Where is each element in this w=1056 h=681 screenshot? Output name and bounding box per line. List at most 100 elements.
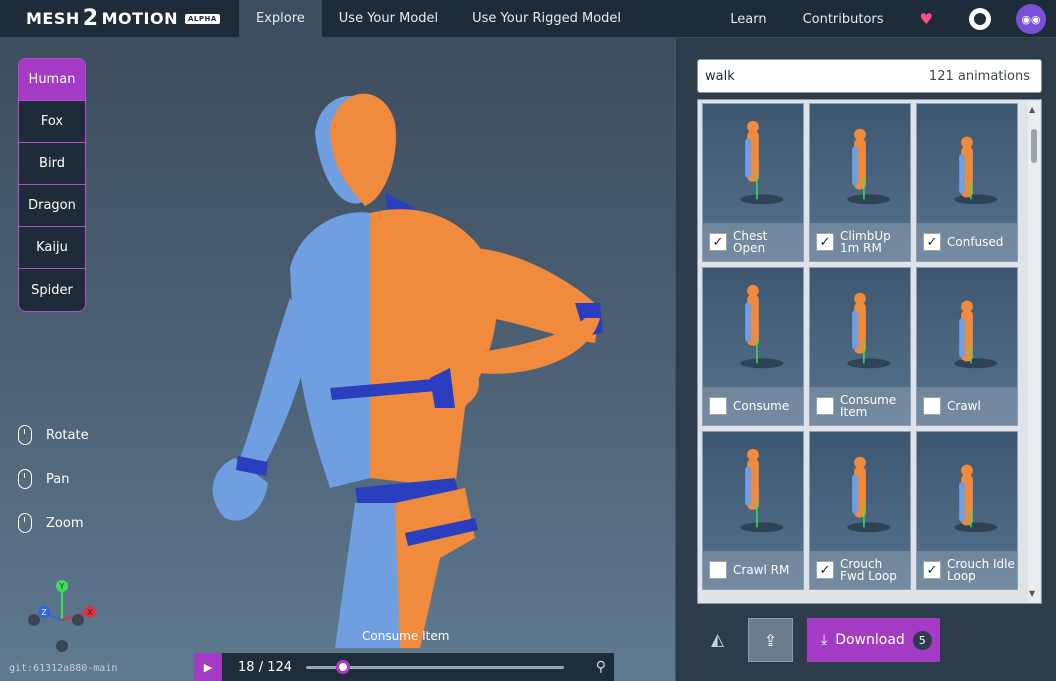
animation-thumbnail [740, 120, 784, 205]
animation-card[interactable]: Consume Item [809, 267, 911, 426]
scrollbar[interactable]: ▲ ▼ [1028, 101, 1040, 602]
total-frames: 124 [267, 659, 293, 675]
animation-card[interactable]: ✓ Chest Open [702, 103, 804, 262]
play-button[interactable]: ▶ [194, 653, 222, 681]
upload-button[interactable]: ⇪ [748, 618, 793, 662]
logo-text-a: MESH [26, 9, 80, 28]
animation-card-label: Consume Item [810, 387, 910, 425]
animation-card-label: ✓ Crouch Idle Loop [917, 551, 1017, 589]
scroll-up-arrow[interactable]: ▲ [1029, 105, 1035, 114]
skeleton-selector: Human Fox Bird Dragon Kaiju Spider [18, 58, 86, 312]
github-icon[interactable] [969, 8, 991, 30]
search-input[interactable]: walk [705, 69, 735, 84]
animation-card[interactable]: Consume [702, 267, 804, 426]
zoom-hint: Zoom [18, 512, 89, 534]
animation-name: Confused [947, 235, 1004, 249]
mouse-controls-legend: Rotate Pan Zoom [18, 424, 89, 556]
animation-name: ClimbUp 1m RM [840, 229, 891, 255]
tab-use-your-model[interactable]: Use Your Model [322, 0, 455, 38]
logo-text-two: 2 [82, 6, 99, 31]
animation-card[interactable]: ✓ Confused [916, 103, 1018, 262]
logo-text-b: MOTION [101, 9, 178, 28]
mouse-wheel-icon [18, 513, 32, 533]
animation-list[interactable]: ✓ Chest Open ✓ ClimbUp 1m RM ✓ Confused Consum… [697, 99, 1042, 604]
skeleton-human-button[interactable]: Human [19, 59, 85, 101]
axes-gizmo: Y X Z [28, 580, 96, 652]
skeleton-fox-button[interactable]: Fox [19, 101, 85, 143]
animation-card[interactable]: ✓ ClimbUp 1m RM [809, 103, 911, 262]
animation-thumbnail [847, 456, 891, 533]
animation-player: ▶ 18 / 124 ⚲ [194, 653, 614, 681]
skeleton-kaiju-button[interactable]: Kaiju [19, 227, 85, 269]
git-version-label: git:61312a880-main [9, 663, 118, 674]
top-nav: MESH 2 MOTION ALPHA Explore Use Your Mod… [0, 0, 1056, 38]
skeleton-bird-button[interactable]: Bird [19, 143, 85, 185]
pan-hint: Pan [18, 468, 89, 490]
animation-card-label: ✓ Crouch Fwd Loop [810, 551, 910, 589]
pan-label: Pan [46, 471, 70, 487]
animation-card[interactable]: ✓ Crouch Fwd Loop [809, 431, 911, 590]
animation-name: Crawl [947, 399, 981, 413]
skeleton-dragon-button[interactable]: Dragon [19, 185, 85, 227]
animation-thumbnail [847, 128, 891, 205]
animation-card[interactable]: ✓ Crouch Idle Loop [916, 431, 1018, 590]
animation-name: Consume Item [840, 393, 897, 419]
action-bar: ◭ ⇪ ⤓ Download 5 [676, 618, 1056, 662]
animation-checkbox[interactable] [709, 561, 727, 579]
animation-checkbox[interactable]: ✓ [709, 233, 727, 251]
animation-checkbox[interactable]: ✓ [816, 561, 834, 579]
animation-thumbnail [954, 464, 998, 533]
tab-use-your-rigged-model[interactable]: Use Your Rigged Model [455, 0, 638, 38]
axis-x-label: X [87, 608, 93, 617]
download-button[interactable]: ⤓ Download 5 [807, 618, 940, 662]
animation-card-label: Crawl RM [703, 551, 803, 589]
contributors-link[interactable]: Contributors [803, 12, 884, 27]
scroll-thumb[interactable] [1031, 129, 1037, 163]
animation-panel: walk 121 animations ✓ Chest Open ✓ ClimbUp … [675, 38, 1056, 681]
animation-checkbox[interactable] [709, 397, 727, 415]
scroll-down-arrow[interactable]: ▼ [1029, 589, 1035, 598]
3d-viewport[interactable]: Human Fox Bird Dragon Kaiju Spider Rotat… [0, 38, 675, 681]
animation-checkbox[interactable]: ✓ [816, 233, 834, 251]
rotate-hint: Rotate [18, 424, 89, 446]
download-icon: ⤓ [821, 632, 828, 648]
mirror-icon[interactable]: ◭ [711, 630, 724, 650]
animation-thumbnail [740, 284, 784, 369]
frame-separator: / [258, 659, 264, 675]
avatar[interactable]: ◉◉ [1016, 4, 1046, 34]
frame-counter: 18 / 124 [238, 660, 293, 675]
animation-search[interactable]: walk 121 animations [697, 59, 1042, 93]
download-label: Download [835, 632, 905, 648]
timeline-thumb[interactable] [336, 660, 351, 674]
animation-checkbox[interactable] [816, 397, 834, 415]
animation-name: Chest Open [733, 229, 768, 255]
nav-right: Learn Contributors ♥ ◉◉ [730, 0, 1056, 38]
axis-z-label: Z [41, 608, 47, 617]
bone-icon[interactable]: ⚲ [596, 659, 606, 675]
animation-card[interactable]: Crawl RM [702, 431, 804, 590]
current-frame: 18 [238, 659, 255, 675]
animation-checkbox[interactable]: ✓ [923, 233, 941, 251]
animation-card-label: ✓ ClimbUp 1m RM [810, 223, 910, 261]
animation-name: Consume [733, 399, 790, 413]
animation-grid: ✓ Chest Open ✓ ClimbUp 1m RM ✓ Confused Consum… [702, 103, 1020, 590]
rotate-label: Rotate [46, 427, 89, 443]
animation-checkbox[interactable]: ✓ [923, 561, 941, 579]
animation-thumbnail [847, 292, 891, 369]
skeleton-spider-button[interactable]: Spider [19, 269, 85, 311]
app-logo[interactable]: MESH 2 MOTION ALPHA [0, 0, 239, 38]
animation-card-label: ✓ Chest Open [703, 223, 803, 261]
learn-link[interactable]: Learn [730, 12, 766, 27]
animation-card-label: Consume [703, 387, 803, 425]
animation-card[interactable]: Crawl [916, 267, 1018, 426]
tab-explore[interactable]: Explore [239, 0, 322, 38]
alpha-badge: ALPHA [184, 13, 220, 24]
animation-card-label: Crawl [917, 387, 1017, 425]
zoom-label: Zoom [46, 515, 84, 531]
axis-y-label: Y [59, 582, 65, 591]
mouse-right-icon [18, 469, 32, 489]
download-count-badge: 5 [912, 630, 932, 650]
animation-checkbox[interactable] [923, 397, 941, 415]
heart-icon[interactable]: ♥ [920, 10, 933, 28]
animation-card-label: ✓ Confused [917, 223, 1017, 261]
